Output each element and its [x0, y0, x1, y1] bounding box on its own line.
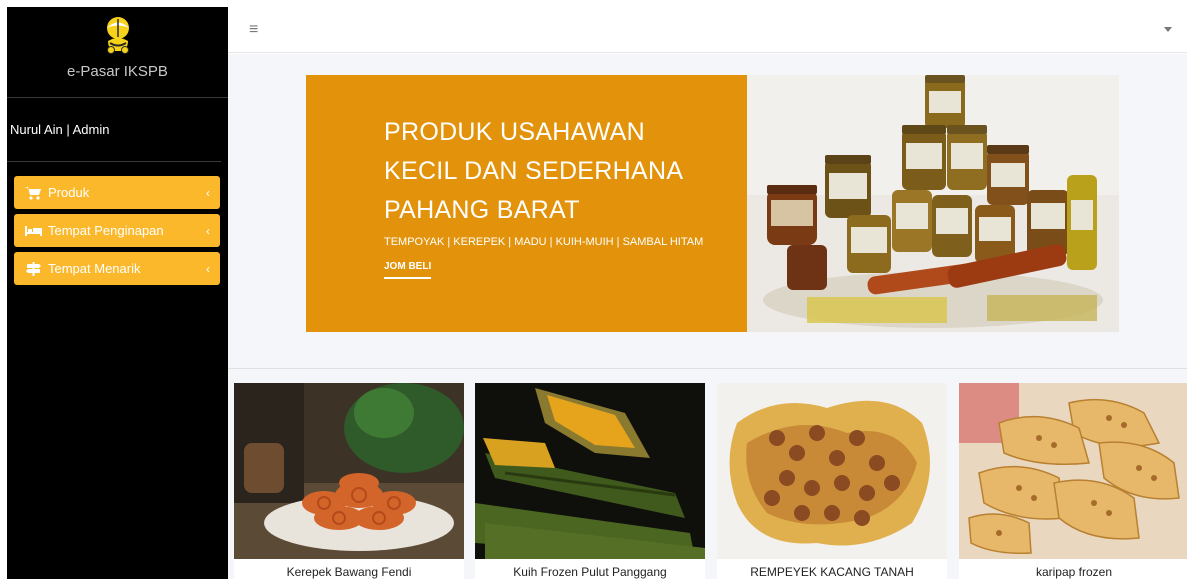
user-panel[interactable]: Nurul Ain | Admin [7, 98, 221, 162]
chevron-left-icon: ‹ [206, 261, 210, 276]
user-dropdown-caret-icon[interactable] [1164, 27, 1172, 32]
logo-icon [106, 17, 129, 54]
product-name: REMPEYEK KACANG TANAH [750, 565, 914, 579]
banner-text: PRODUK USAHAWAN KECIL DAN SEDERHANA PAHA… [384, 113, 704, 279]
product-card[interactable]: REMPEYEK KACANG TANAH [717, 383, 947, 579]
product-grid: Kerepek Bawang Fendi Kuih Frozen Pulut P… [234, 383, 1187, 579]
promo-banner: PRODUK USAHAWAN KECIL DAN SEDERHANA PAHA… [306, 75, 1119, 332]
banner-subtitle: TEMPOYAK | KEREPEK | MADU | KUIH-MUIH | … [384, 236, 704, 248]
brand[interactable]: e-Pasar IKSPB [7, 7, 228, 98]
banner-product-jars-image [747, 75, 1119, 332]
cart-icon [25, 186, 42, 200]
sidebar: e-Pasar IKSPB Nurul Ain | Admin Produk ‹… [7, 7, 228, 579]
product-name: Kuih Frozen Pulut Panggang [513, 565, 667, 579]
product-name: karipap frozen [1035, 565, 1113, 579]
product-card[interactable]: Kuih Frozen Pulut Panggang [475, 383, 705, 579]
jom-beli-link[interactable]: JOM BELI [384, 261, 432, 279]
bed-icon [25, 224, 42, 238]
chevron-left-icon: ‹ [206, 185, 210, 200]
user-name: Nurul Ain | Admin [10, 122, 110, 137]
banner-title-line: PRODUK USAHAWAN [384, 118, 646, 146]
topbar: ≡ [228, 7, 1187, 53]
sidebar-item-label: Tempat Penginapan [48, 223, 164, 238]
signpost-icon [25, 261, 42, 276]
banner-title-line: KECIL DAN SEDERHANA [384, 157, 684, 185]
sidebar-nav: Produk ‹ Tempat Penginapan ‹ Tempat Mena… [7, 176, 228, 285]
product-card[interactable]: Kerepek Bawang Fendi [234, 383, 464, 579]
product-image [959, 383, 1187, 559]
chevron-left-icon: ‹ [206, 223, 210, 238]
hamburger-menu-icon[interactable]: ≡ [249, 21, 258, 39]
product-image [717, 383, 947, 559]
brand-name: e-Pasar IKSPB [67, 63, 168, 80]
sidebar-item-tempat-penginapan[interactable]: Tempat Penginapan ‹ [14, 214, 220, 247]
product-image [475, 383, 705, 559]
sidebar-item-produk[interactable]: Produk ‹ [14, 176, 220, 209]
product-image [234, 383, 464, 559]
sidebar-item-tempat-menarik[interactable]: Tempat Menarik ‹ [14, 252, 220, 285]
divider [228, 368, 1187, 369]
banner-title-line: PAHANG BARAT [384, 196, 580, 224]
sidebar-item-label: Produk [48, 185, 90, 200]
main-content: PRODUK USAHAWAN KECIL DAN SEDERHANA PAHA… [228, 54, 1187, 579]
sidebar-item-label: Tempat Menarik [48, 261, 141, 276]
product-name: Kerepek Bawang Fendi [286, 565, 412, 579]
product-card[interactable]: karipap frozen [959, 383, 1187, 579]
banner-title: PRODUK USAHAWAN KECIL DAN SEDERHANA PAHA… [384, 113, 704, 230]
